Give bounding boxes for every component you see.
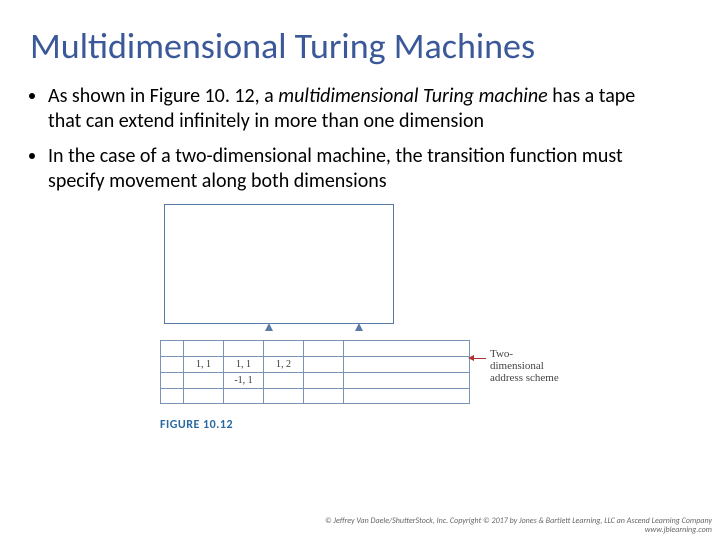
tape-cell [304,357,344,372]
figure-box-2d-tape [164,204,394,324]
tape-cell: -1, 1 [224,373,264,388]
bullet-text-prefix: As shown in Figure 10. 12, a [48,84,278,108]
tape-cell: 1, 1 [184,357,224,372]
figure-tape: 1, 1 1, 1 1, 2 -1, 1 [160,340,470,404]
tape-cell [184,389,224,403]
bullet-text-italic: multidimensional Turing machine [278,84,547,108]
tape-cell [304,389,344,403]
tape-row [160,340,470,356]
figure-address-label: Two-dimensional address scheme [490,348,560,384]
tape-cell [264,389,304,403]
tape-cell [344,373,470,388]
address-label-line2: address scheme [490,372,559,384]
bullet-item: As shown in Figure 10. 12, a multidimens… [48,84,684,134]
copyright-text: © Jeffrey Van Daele/ShutterStock, Inc. C… [325,517,712,536]
tape-row [160,388,470,404]
bullet-list: As shown in Figure 10. 12, a multidimens… [0,84,720,194]
tape-cell [160,389,184,403]
arrow-up-icon [355,323,363,331]
tape-cell [264,373,304,388]
tape-cell [184,373,224,388]
tape-cell [344,341,470,356]
figure-container: 1, 1 1, 1 1, 2 -1, 1 Two-dimensional add… [160,204,560,432]
bullet-text-prefix: In the case of a two-dimensional machine… [48,144,623,193]
tape-cell [264,341,304,356]
address-label-line1: Two-dimensional [490,348,544,372]
tape-cell [184,341,224,356]
tape-row: -1, 1 [160,372,470,388]
tape-cell [224,341,264,356]
tape-row: 1, 1 1, 1 1, 2 [160,356,470,372]
page-title: Multidimensional Turing Machines [0,0,720,84]
tape-cell [344,389,470,403]
figure-caption: FIGURE 10.12 [160,418,560,432]
tape-cell [224,389,264,403]
copyright-line2: www.jblearning.com [645,525,712,535]
tape-cell: 1, 1 [224,357,264,372]
tape-cell [160,373,184,388]
tape-cell [344,357,470,372]
tape-cell [304,341,344,356]
bullet-item: In the case of a two-dimensional machine… [48,144,684,194]
tape-cell [160,357,184,372]
arrow-left-icon [472,358,486,359]
copyright-line1: © Jeffrey Van Daele/ShutterStock, Inc. C… [325,516,712,526]
arrow-up-icon [265,323,273,331]
tape-cell: 1, 2 [264,357,304,372]
tape-cell [160,341,184,356]
tape-cell [304,373,344,388]
